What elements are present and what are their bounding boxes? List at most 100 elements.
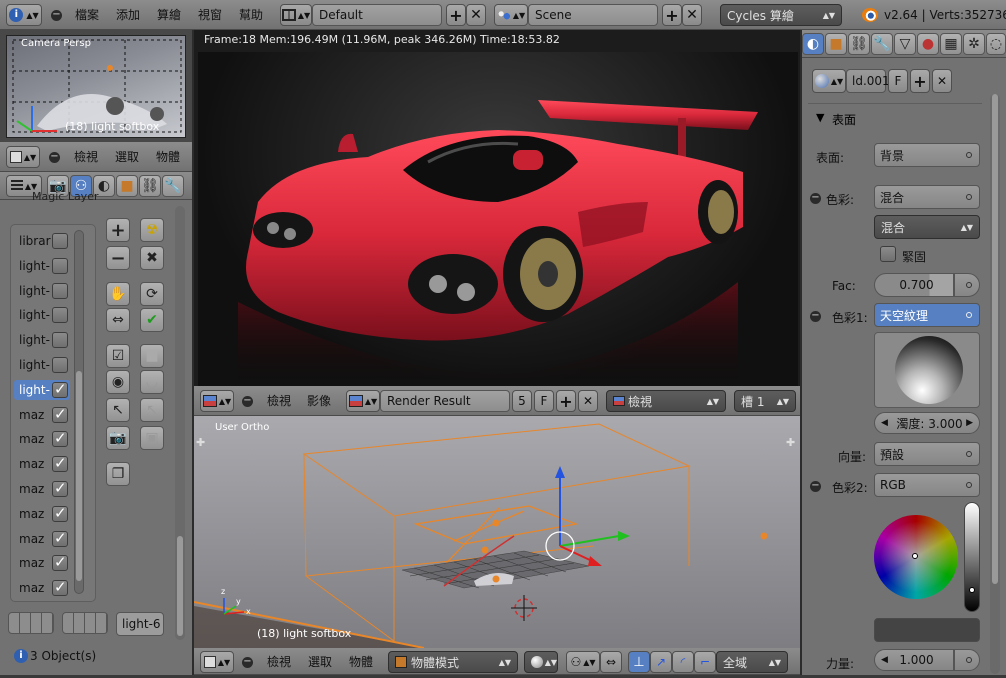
image-add-button[interactable]: + — [556, 390, 576, 412]
surface-panel-title[interactable]: 表面 — [832, 111, 856, 128]
layer-visibility-checkbox[interactable] — [52, 332, 68, 349]
world-tab-icon[interactable]: ◐ — [802, 33, 824, 55]
layer-radiation-icon[interactable]: ☢ — [140, 218, 164, 242]
surface-panel-arrow-icon[interactable]: ▼ — [816, 111, 824, 124]
collapse-color-icon[interactable]: − — [810, 193, 821, 204]
physics-tab-icon[interactable]: ◌ — [986, 33, 1006, 55]
render-slot-select[interactable]: 槽 1 ▲▼ — [734, 390, 796, 412]
layout-delete-button[interactable]: ✕ — [466, 4, 486, 26]
layer-visibility-checkbox[interactable] — [52, 233, 68, 249]
fac-slider[interactable]: 0.700 — [874, 273, 954, 297]
camera-view[interactable]: Camera Persp (18) light softbox — [0, 30, 192, 142]
visibility-closed-icon[interactable]: ◡ — [140, 370, 164, 394]
scene-type-button[interactable]: ▲▼ — [494, 4, 528, 26]
hand-grab-icon[interactable]: ✋ — [106, 282, 130, 306]
layer-visibility-checkbox[interactable] — [52, 405, 68, 423]
object-tab-icon[interactable]: ■ — [825, 33, 847, 55]
checkbox-toggle-icon[interactable]: ☑ — [106, 344, 130, 368]
scene-add-button[interactable]: + — [662, 4, 682, 26]
layer-add-button[interactable]: + — [106, 218, 130, 242]
image-fake-user-button[interactable]: F — [534, 390, 554, 412]
color-wheel-cursor[interactable] — [912, 553, 918, 559]
image-browse-button[interactable]: ▲▼ — [346, 390, 380, 412]
world-delete-button[interactable]: ✕ — [932, 69, 952, 93]
menu-select[interactable]: 選取 — [308, 648, 332, 678]
color2-node-field[interactable]: RGB — [874, 473, 980, 497]
constraint-tab-icon[interactable]: ⛓ — [139, 175, 161, 197]
menu-select[interactable]: 選取 — [115, 142, 139, 172]
menu-file[interactable]: 檔案 — [75, 0, 99, 30]
collapse-menu-icon[interactable]: − — [242, 657, 253, 668]
swap-icon[interactable]: ⇔ — [106, 308, 130, 332]
layer-visibility-checkbox[interactable] — [52, 454, 68, 473]
modifier-tab-icon[interactable]: 🔧 — [162, 175, 184, 197]
image-view-mode-select[interactable]: 檢視 ▲▼ — [606, 390, 726, 412]
properties-scrollbar[interactable] — [990, 94, 1000, 674]
translate-manipulator-button[interactable]: ⊥ — [628, 651, 650, 673]
turbidity-slider[interactable]: ◀ 濁度: 3.000 ▶ — [874, 412, 980, 434]
collapse-menu-icon[interactable]: − — [51, 10, 62, 21]
color1-node-field[interactable]: 天空紋理 — [874, 303, 980, 327]
layer-visibility-checkbox[interactable] — [52, 504, 68, 522]
layer-visibility-checkbox[interactable] — [52, 529, 68, 547]
strength-link-button[interactable] — [954, 649, 980, 671]
copy-layers-icon[interactable]: ❐ — [106, 462, 130, 486]
layer-visibility-checkbox[interactable] — [52, 257, 68, 274]
refresh-icon[interactable]: ⟳ — [140, 282, 164, 306]
collapse-color2-icon[interactable]: − — [810, 481, 821, 492]
layout-type-button[interactable]: ▲▼ — [280, 4, 312, 26]
fac-link-button[interactable] — [954, 273, 980, 297]
world-add-button[interactable]: + — [910, 69, 930, 93]
material-tab-icon[interactable]: ● — [917, 33, 939, 55]
shading-mode-select[interactable]: ▲▼ — [524, 651, 558, 673]
menu-render[interactable]: 算繪 — [157, 0, 181, 30]
active-layer-name-field[interactable]: light-6 — [116, 612, 164, 636]
layer-visibility-checkbox[interactable] — [52, 578, 68, 597]
editor-type-button[interactable]: ▲▼ — [6, 146, 40, 168]
increment-arrow-icon[interactable]: ▶ — [966, 418, 973, 428]
render-camera-disabled-icon[interactable]: ▣ — [140, 426, 164, 450]
image-name-field[interactable]: Render Result — [380, 390, 510, 412]
world-browse-button[interactable]: ▲▼ — [812, 69, 846, 93]
clamp-checkbox[interactable] — [880, 246, 896, 262]
menu-view[interactable]: 檢視 — [74, 142, 98, 172]
world-fake-user-button[interactable]: F — [888, 69, 908, 93]
rotate-manipulator-button[interactable]: ↗ — [650, 651, 672, 673]
render-engine-select[interactable]: Cycles 算繪 ▲▼ — [720, 4, 842, 26]
menu-object[interactable]: 物體 — [156, 142, 180, 172]
object-tab-icon[interactable]: ■ — [116, 175, 138, 197]
layer-visibility-checkbox[interactable] — [52, 282, 68, 299]
menu-image[interactable]: 影像 — [307, 386, 331, 416]
vector-node-field[interactable]: 預設 — [874, 442, 980, 466]
color-wheel[interactable] — [874, 515, 958, 599]
layer-grid-button[interactable] — [8, 612, 54, 634]
value-slider[interactable] — [964, 502, 980, 612]
menu-view[interactable]: 檢視 — [267, 386, 291, 416]
transform-orientation-select[interactable]: 全域 ▲▼ — [716, 651, 788, 673]
blend-mode-select[interactable]: 混合 ▲▼ — [874, 215, 980, 239]
layer-list-scrollbar[interactable] — [74, 230, 84, 594]
world-name-field[interactable]: ld.001 — [846, 69, 890, 93]
data-tab-icon[interactable]: ▽ — [894, 33, 916, 55]
constraint-tab-icon[interactable]: ⛓ — [848, 33, 870, 55]
color-swatch[interactable] — [874, 618, 980, 642]
color-node-field[interactable]: 混合 — [874, 185, 980, 209]
layer-remove-button[interactable]: − — [106, 246, 130, 270]
modifier-tab-icon[interactable]: 🔧 — [871, 33, 893, 55]
confirm-check-icon[interactable]: ✔ — [140, 308, 164, 332]
menu-view[interactable]: 檢視 — [267, 648, 291, 678]
texture-tab-icon[interactable]: ▦ — [940, 33, 962, 55]
info-editor-type-button[interactable]: i ▲▼ — [6, 4, 42, 26]
layer-visibility-checkbox[interactable] — [52, 357, 68, 373]
collapse-color1-icon[interactable]: − — [810, 311, 821, 322]
visibility-eye-icon[interactable]: ◉ — [106, 370, 130, 394]
collapse-menu-icon[interactable]: − — [242, 396, 253, 407]
menu-window[interactable]: 視窗 — [198, 0, 222, 30]
render-result-view[interactable]: Frame:18 Mem:196.49M (11.96M, peak 346.2… — [194, 30, 800, 386]
layer-visibility-checkbox[interactable] — [52, 380, 68, 398]
manipulator-toggle[interactable]: ⇔ — [600, 651, 622, 673]
scene-delete-button[interactable]: ✕ — [682, 4, 702, 26]
scale-manipulator-button[interactable]: ◜ — [672, 651, 694, 673]
select-cursor-icon[interactable]: ↖ — [106, 398, 130, 422]
layer-grid-button-2[interactable] — [62, 612, 108, 634]
